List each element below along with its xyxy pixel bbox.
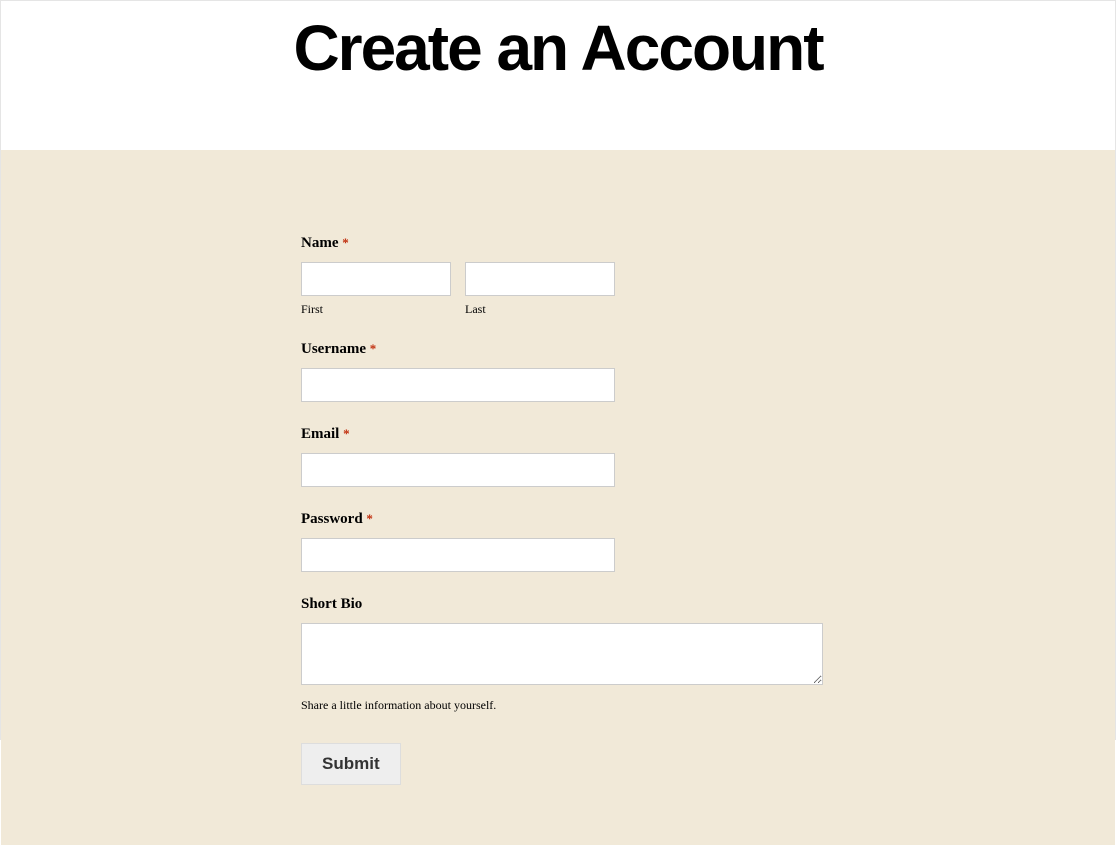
bio-label: Short Bio bbox=[301, 596, 823, 613]
name-label-text: Name bbox=[301, 235, 339, 251]
password-label: Password * bbox=[301, 511, 823, 528]
required-marker: * bbox=[370, 341, 377, 356]
last-name-col: Last bbox=[465, 262, 615, 317]
bio-field-group: Short Bio Share a little information abo… bbox=[301, 596, 823, 713]
form-container: Name * First Last Username * bbox=[301, 235, 823, 785]
bio-helper-text: Share a little information about yoursel… bbox=[301, 698, 823, 713]
username-label: Username * bbox=[301, 341, 823, 358]
page-title: Create an Account bbox=[1, 11, 1115, 85]
first-name-input[interactable] bbox=[301, 262, 451, 296]
username-label-text: Username bbox=[301, 341, 366, 357]
name-row: First Last bbox=[301, 262, 823, 317]
required-marker: * bbox=[343, 426, 350, 441]
required-marker: * bbox=[366, 511, 373, 526]
password-input[interactable] bbox=[301, 538, 615, 572]
email-input[interactable] bbox=[301, 453, 615, 487]
first-name-sublabel: First bbox=[301, 302, 451, 317]
form-section: Name * First Last Username * bbox=[1, 150, 1115, 845]
name-label: Name * bbox=[301, 235, 823, 252]
last-name-sublabel: Last bbox=[465, 302, 615, 317]
name-field-group: Name * First Last bbox=[301, 235, 823, 317]
first-name-col: First bbox=[301, 262, 451, 317]
username-input[interactable] bbox=[301, 368, 615, 402]
username-field-group: Username * bbox=[301, 341, 823, 402]
password-label-text: Password bbox=[301, 511, 363, 527]
bio-label-text: Short Bio bbox=[301, 596, 362, 612]
password-field-group: Password * bbox=[301, 511, 823, 572]
header-section: Create an Account bbox=[1, 1, 1115, 150]
bio-textarea[interactable] bbox=[301, 623, 823, 685]
last-name-input[interactable] bbox=[465, 262, 615, 296]
submit-button[interactable]: Submit bbox=[301, 743, 401, 785]
email-field-group: Email * bbox=[301, 426, 823, 487]
email-label: Email * bbox=[301, 426, 823, 443]
email-label-text: Email bbox=[301, 426, 339, 442]
required-marker: * bbox=[342, 235, 349, 250]
